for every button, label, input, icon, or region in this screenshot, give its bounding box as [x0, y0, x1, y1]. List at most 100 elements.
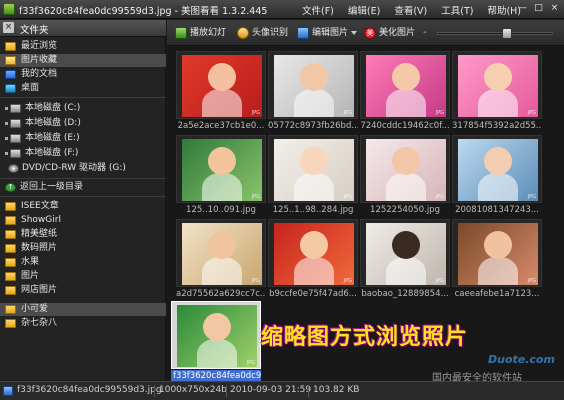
beautify-icon: 美 — [364, 27, 376, 39]
sidebar-folder[interactable]: 水果 — [0, 256, 166, 269]
edit-icon — [297, 27, 309, 39]
jpg-badge: JPG — [527, 110, 536, 116]
thumbnail-filename: 125..10..091.jpg — [186, 205, 256, 215]
thumbnail-frame: JPG — [171, 301, 261, 369]
sidebar-folder[interactable]: ISEE文章 — [0, 200, 166, 213]
sidebar-drive-g[interactable]: DVD/CD-RW 驱动器 (G:) — [0, 162, 166, 175]
folder-icon — [5, 216, 16, 225]
sidebar-drive-c[interactable]: 本地磁盘 (C:) — [0, 102, 166, 115]
thumbnail-filename: 2a5e2ace37cb1e0... — [177, 121, 265, 131]
thumbnail-frame: JPG — [360, 135, 450, 203]
sidebar-item-favorites[interactable]: 图片收藏 — [0, 54, 166, 67]
sidebar-drive-f[interactable]: 本地磁盘 (F:) — [0, 147, 166, 160]
thumbnail-filename: b9ccfe0e75f47ad6... — [269, 289, 357, 299]
sidebar-folder[interactable]: ShowGirl — [0, 214, 166, 227]
thumbnail-image: JPG — [182, 55, 262, 117]
sidebar-folder-selected[interactable]: 小可爱 — [0, 303, 166, 316]
zoom-slider-thumb[interactable] — [502, 28, 512, 39]
promo-banner-text: 缩略图方式浏览照片 — [261, 324, 469, 350]
status-date: 2010-09-03 21:59 — [230, 385, 312, 395]
thumbnail[interactable]: JPG 20081081347243... — [452, 135, 542, 217]
thumbnail[interactable]: JPG 7240cddc19462c0f... — [360, 51, 450, 133]
thumbnail-frame: JPG — [452, 135, 542, 203]
thumbnail[interactable]: JPG 317854f5392a2d55... — [452, 51, 542, 133]
sidebar-title: 文件夹 — [20, 25, 49, 36]
thumbnail[interactable]: JPG 05772c8973fb26bd... — [268, 51, 358, 133]
thumbnail-image: JPG — [458, 55, 538, 117]
thumbnail-frame: JPG — [268, 219, 358, 287]
sidebar-item-recent[interactable]: 最近浏览 — [0, 40, 166, 53]
thumbnail[interactable]: JPG 125..1..98..284.jpg — [268, 135, 358, 217]
chevron-down-icon[interactable] — [351, 31, 357, 35]
photo-subject — [484, 147, 512, 175]
jpg-badge: JPG — [435, 278, 444, 284]
thumbnail-image: JPG — [366, 55, 446, 117]
zoom-slider[interactable] — [437, 28, 553, 39]
photo-subject — [300, 63, 328, 91]
thumbnail-frame: JPG — [268, 51, 358, 119]
sidebar-item-desktop[interactable]: 桌面 — [0, 82, 166, 95]
folder-sidebar: × 文件夹 最近浏览 图片收藏 我的文档 桌面 本地磁盘 (C:) 本地磁盘 (… — [0, 20, 166, 380]
thumbnail[interactable]: JPG 2a5e2ace37cb1e0... — [176, 51, 266, 133]
thumbnail-image: JPG — [366, 223, 446, 285]
thumbnail-filename: 7240cddc19462c0f... — [360, 121, 450, 131]
folder-icon — [5, 286, 16, 295]
minimize-button[interactable]: — — [516, 3, 529, 15]
photo-subject-body — [478, 257, 518, 285]
thumbnail-frame: JPG — [452, 51, 542, 119]
thumbnail[interactable]: JPG caeeafebe1a7123... — [452, 219, 542, 301]
window-title: f33f3620c84fea0dc99559d3.jpg - 美图看看 1.3.… — [19, 6, 268, 17]
menu-view[interactable]: 查看(V) — [389, 3, 432, 17]
maximize-button[interactable]: □ — [532, 3, 545, 15]
thumbnail-selected[interactable]: JPG f33f3620c84fea0dc99 — [171, 301, 261, 383]
sidebar-drive-d[interactable]: 本地磁盘 (D:) — [0, 117, 166, 130]
sidebar-item-documents[interactable]: 我的文档 — [0, 68, 166, 81]
photo-subject-body — [294, 89, 334, 117]
thumbnail[interactable]: JPG a2d75562a629cc7c... — [176, 219, 266, 301]
sidebar-folder[interactable]: 网店图片 — [0, 284, 166, 297]
thumbnail-frame: JPG — [452, 219, 542, 287]
sidebar-folder[interactable]: 精美壁纸 — [0, 228, 166, 241]
photo-subject — [300, 231, 328, 259]
thumbnail-frame: JPG — [176, 51, 266, 119]
sidebar-drive-e[interactable]: 本地磁盘 (E:) — [0, 132, 166, 145]
sidebar-folder[interactable]: 数码照片 — [0, 242, 166, 255]
jpg-badge: JPG — [343, 278, 352, 284]
photo-subject — [392, 147, 420, 175]
photo-subject-body — [386, 173, 426, 201]
zoom-out-icon[interactable]: - — [423, 27, 427, 38]
thumbnail-frame: JPG — [268, 135, 358, 203]
menu-edit[interactable]: 编辑(E) — [343, 3, 385, 17]
thumbnail[interactable]: JPG baobao_12889854... — [360, 219, 450, 301]
thumbnail-filename: 317854f5392a2d55... — [452, 121, 542, 131]
expand-bullet-icon[interactable] — [5, 122, 8, 125]
expand-bullet-icon[interactable] — [5, 137, 8, 140]
close-button[interactable]: × — [548, 3, 561, 15]
sidebar-folder[interactable]: 杂七杂八 — [0, 317, 166, 330]
photo-subject — [392, 231, 420, 259]
status-filename: f33f3620c84fea0dc99559d3.jpg — [17, 385, 162, 395]
status-divider — [308, 385, 309, 397]
thumbnail-image: JPG — [366, 139, 446, 201]
expand-bullet-icon[interactable] — [5, 107, 8, 110]
photo-subject-body — [386, 89, 426, 117]
expand-bullet-icon[interactable] — [5, 152, 8, 155]
recent-icon — [5, 42, 16, 51]
menu-file[interactable]: 文件(F) — [297, 3, 339, 17]
sidebar-up-directory[interactable]: ↑ 返回上一级目录 — [0, 181, 166, 194]
sidebar-folder[interactable]: 图片 — [0, 270, 166, 283]
jpg-badge: JPG — [246, 360, 255, 366]
sidebar-header: × 文件夹 — [0, 20, 166, 37]
status-divider — [154, 385, 155, 397]
photo-subject-body — [202, 257, 242, 285]
thumbnail[interactable]: JPG b9ccfe0e75f47ad6... — [268, 219, 358, 301]
thumbnail-image: JPG — [274, 55, 354, 117]
thumbnail[interactable]: JPG 125..10..091.jpg — [176, 135, 266, 217]
menu-tools[interactable]: 工具(T) — [436, 3, 478, 17]
thumbnail[interactable]: JPG 1252254050.jpg — [360, 135, 450, 217]
photo-subject — [208, 147, 236, 175]
play-icon — [175, 27, 187, 39]
photo-subject — [300, 147, 328, 175]
sidebar-close-icon[interactable]: × — [3, 22, 14, 33]
thumbnail-image: JPG — [458, 223, 538, 285]
